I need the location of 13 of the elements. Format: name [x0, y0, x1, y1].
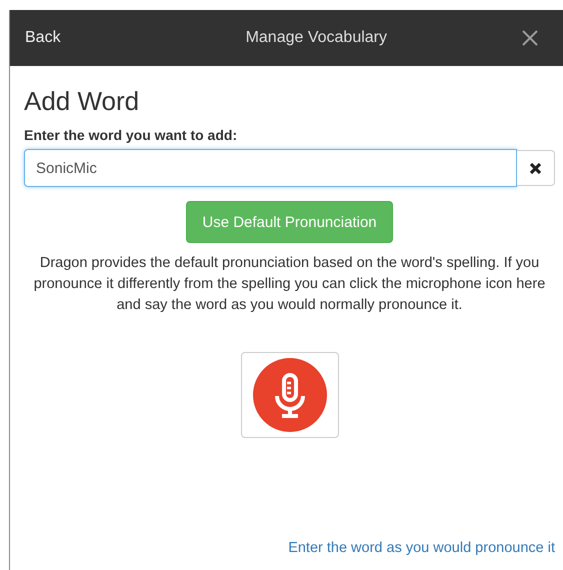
word-input-field[interactable]: SonicMic — [24, 149, 517, 187]
window-title: Manage Vocabulary — [246, 29, 387, 47]
close-icon — [522, 30, 538, 46]
microphone-icon — [252, 358, 326, 432]
clear-icon — [529, 162, 542, 174]
microphone-button[interactable] — [240, 352, 338, 438]
field-label: Enter the word you want to add: — [24, 127, 238, 143]
description-text: Dragon provides the default pronunciation based on the word's spelling. If you pronounce it differently from the spelling you can click the microphone icon here and say the word as you would normally pronounce it. — [32, 254, 546, 316]
back-button[interactable]: Back — [25, 29, 61, 47]
page-heading: Add Word — [24, 86, 140, 117]
close-button[interactable] — [522, 30, 538, 46]
clear-button[interactable] — [517, 150, 555, 186]
pronounce-link[interactable]: Enter the word as you would pronounce it — [288, 540, 555, 556]
